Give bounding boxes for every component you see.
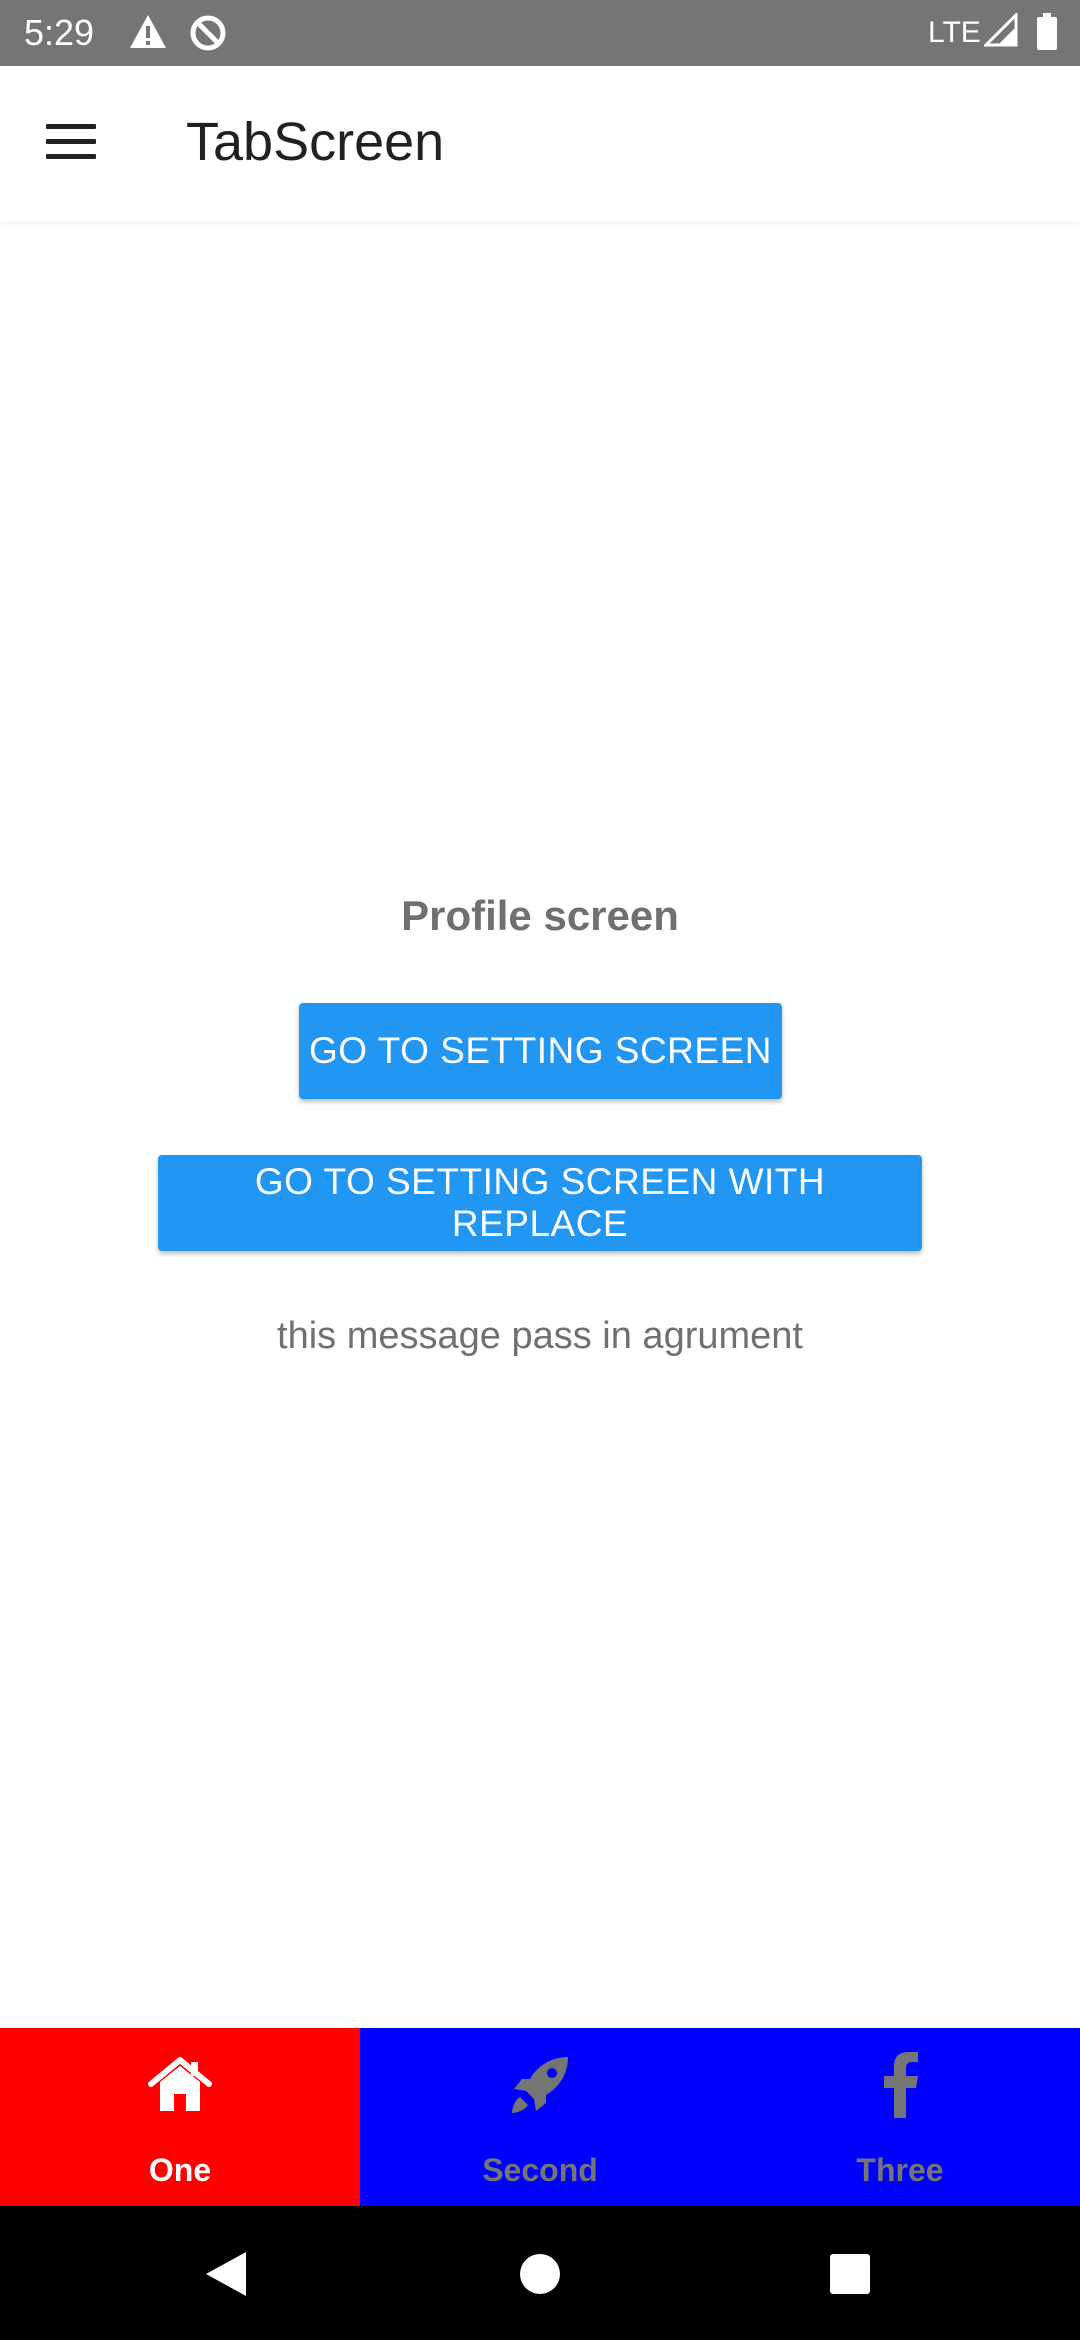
battery-icon — [1036, 13, 1058, 56]
app-bar: TabScreen — [0, 66, 1080, 222]
bottom-tab-bar: One Second Three — [0, 2028, 1080, 2206]
status-bar: 5:29 LTE — [0, 0, 1080, 66]
argument-message: this message pass in agrument — [277, 1315, 803, 1357]
go-to-setting-replace-button[interactable]: GO TO SETTING SCREEN WITH REPLACE — [158, 1155, 922, 1251]
home-circle-icon[interactable] — [510, 2244, 570, 2304]
system-nav-bar — [0, 2206, 1080, 2340]
recents-icon[interactable] — [820, 2244, 880, 2304]
tab-screen: 5:29 LTE TabScreen Profile screen GO TO … — [0, 0, 1080, 2340]
profile-heading: Profile screen — [401, 892, 679, 939]
hamburger-menu-icon[interactable] — [46, 124, 98, 164]
signal-icon — [982, 11, 1018, 52]
rocket-icon — [360, 2050, 720, 2120]
tab-second[interactable]: Second — [360, 2028, 720, 2206]
tab-three[interactable]: Three — [720, 2028, 1080, 2206]
home-icon — [0, 2050, 360, 2120]
status-time: 5:29 — [24, 12, 95, 53]
go-to-setting-button[interactable]: GO TO SETTING SCREEN — [299, 1003, 782, 1099]
warning-icon — [128, 13, 168, 56]
tab-label-three: Three — [856, 2152, 944, 2188]
network-type: LTE — [928, 16, 981, 49]
tab-label-one: One — [148, 2152, 212, 2188]
app-title: TabScreen — [186, 112, 445, 172]
facebook-icon — [720, 2050, 1080, 2120]
tab-one[interactable]: One — [0, 2028, 360, 2206]
data-saver-icon — [188, 13, 228, 58]
main-content: Profile screen GO TO SETTING SCREEN GO T… — [0, 222, 1080, 2028]
back-icon[interactable] — [196, 2244, 256, 2304]
tab-label-second: Second — [482, 2152, 598, 2188]
